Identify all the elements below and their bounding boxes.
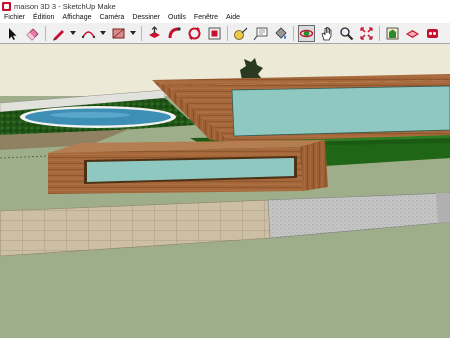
text-tool-button[interactable] xyxy=(252,25,269,42)
extension-warehouse-button[interactable] xyxy=(424,25,441,42)
select-tool-button[interactable] xyxy=(4,25,21,42)
sketchup-logo-icon xyxy=(2,1,11,11)
pan-icon xyxy=(321,26,332,40)
zoom-icon xyxy=(340,26,354,40)
pencil-dropdown-arrow[interactable] xyxy=(70,31,76,35)
toolbar-separator xyxy=(45,25,46,41)
paint-bucket-icon xyxy=(275,26,287,39)
menu-fenetre[interactable]: Fenêtre xyxy=(194,14,218,21)
3d-viewport[interactable] xyxy=(0,44,450,338)
pencil-tool-button[interactable] xyxy=(50,25,67,42)
menu-camera[interactable]: Caméra xyxy=(99,14,124,21)
zoom-extents-tool-button[interactable] xyxy=(358,25,375,42)
lower-volume-side xyxy=(300,140,328,191)
menu-outils[interactable]: Outils xyxy=(168,14,186,21)
arc-icon xyxy=(81,30,96,38)
tape-measure-tool-button[interactable] xyxy=(232,25,249,42)
menu-bar: Fichier Édition Affichage Caméra Dessine… xyxy=(0,12,450,23)
rectangle-dropdown-arrow[interactable] xyxy=(130,31,136,35)
push-pull-icon xyxy=(149,25,160,38)
menu-affichage[interactable]: Affichage xyxy=(62,14,91,21)
zoom-tool-button[interactable] xyxy=(338,25,355,42)
push-pull-tool-button[interactable] xyxy=(146,25,163,42)
select-icon xyxy=(9,27,17,40)
scene-canvas[interactable] xyxy=(0,44,450,338)
components-icon xyxy=(386,27,399,39)
warehouse-icon xyxy=(406,29,419,38)
offset-tool-button[interactable] xyxy=(206,25,223,42)
extension-warehouse-icon xyxy=(427,28,438,38)
follow-me-tool-button[interactable] xyxy=(166,25,183,42)
eraser-tool-button[interactable] xyxy=(24,25,41,42)
menu-fichier[interactable]: Fichier xyxy=(4,14,25,21)
menu-dessiner[interactable]: Dessiner xyxy=(132,14,160,21)
components-button[interactable] xyxy=(384,25,401,42)
toolbar-separator xyxy=(141,25,142,41)
offset-icon xyxy=(208,27,221,39)
orbit-icon xyxy=(299,29,314,37)
arc-tool-button[interactable] xyxy=(80,25,97,42)
main-toolbar xyxy=(0,23,450,44)
arc-dropdown-arrow[interactable] xyxy=(100,31,106,35)
pan-tool-button[interactable] xyxy=(318,25,335,42)
warehouse-button[interactable] xyxy=(404,25,421,42)
menu-aide[interactable]: Aide xyxy=(226,14,240,21)
rotate-tool-button[interactable] xyxy=(186,25,203,42)
text-icon xyxy=(253,27,268,40)
tape-measure-icon xyxy=(234,27,248,40)
zoom-extents-icon xyxy=(360,26,373,40)
upper-window xyxy=(231,85,450,137)
rectangle-tool-button[interactable] xyxy=(110,25,127,42)
toolbar-separator xyxy=(379,25,380,41)
pool-reflection xyxy=(50,112,130,118)
orbit-tool-button[interactable] xyxy=(298,24,315,42)
stone-patio-edge xyxy=(436,193,450,223)
paint-bucket-tool-button[interactable] xyxy=(272,25,289,42)
toolbar-separator xyxy=(293,25,294,41)
rectangle-icon xyxy=(112,28,125,38)
pencil-icon xyxy=(53,29,64,40)
toolbar-separator xyxy=(227,25,228,41)
eraser-icon xyxy=(26,27,39,41)
follow-me-icon xyxy=(168,26,181,38)
rotate-icon xyxy=(188,26,201,40)
menu-edition[interactable]: Édition xyxy=(33,14,54,21)
window-title: maison 3D 3 - SketchUp Make xyxy=(14,1,116,11)
title-bar: maison 3D 3 - SketchUp Make xyxy=(0,0,450,12)
